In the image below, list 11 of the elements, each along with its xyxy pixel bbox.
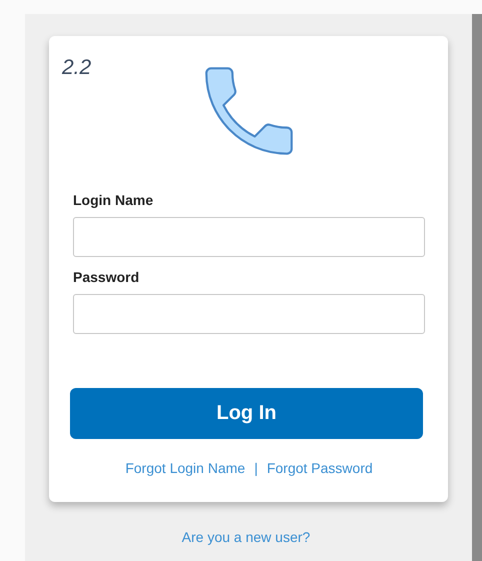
- input-field[interactable]: [73, 217, 425, 257]
- version-label: 2.2: [62, 56, 92, 80]
- input-field[interactable]: [73, 294, 425, 334]
- field-label: Password: [73, 269, 140, 285]
- phone-icon: [204, 66, 294, 156]
- help-link[interactable]: Forgot Login Name: [125, 460, 246, 476]
- help-link[interactable]: Forgot Password: [266, 460, 373, 476]
- login-button[interactable]: Log In: [70, 388, 423, 439]
- field-label: Login Name: [73, 192, 154, 208]
- link-separator: |: [254, 460, 258, 476]
- new-user-link[interactable]: Are you a new user?: [182, 529, 310, 545]
